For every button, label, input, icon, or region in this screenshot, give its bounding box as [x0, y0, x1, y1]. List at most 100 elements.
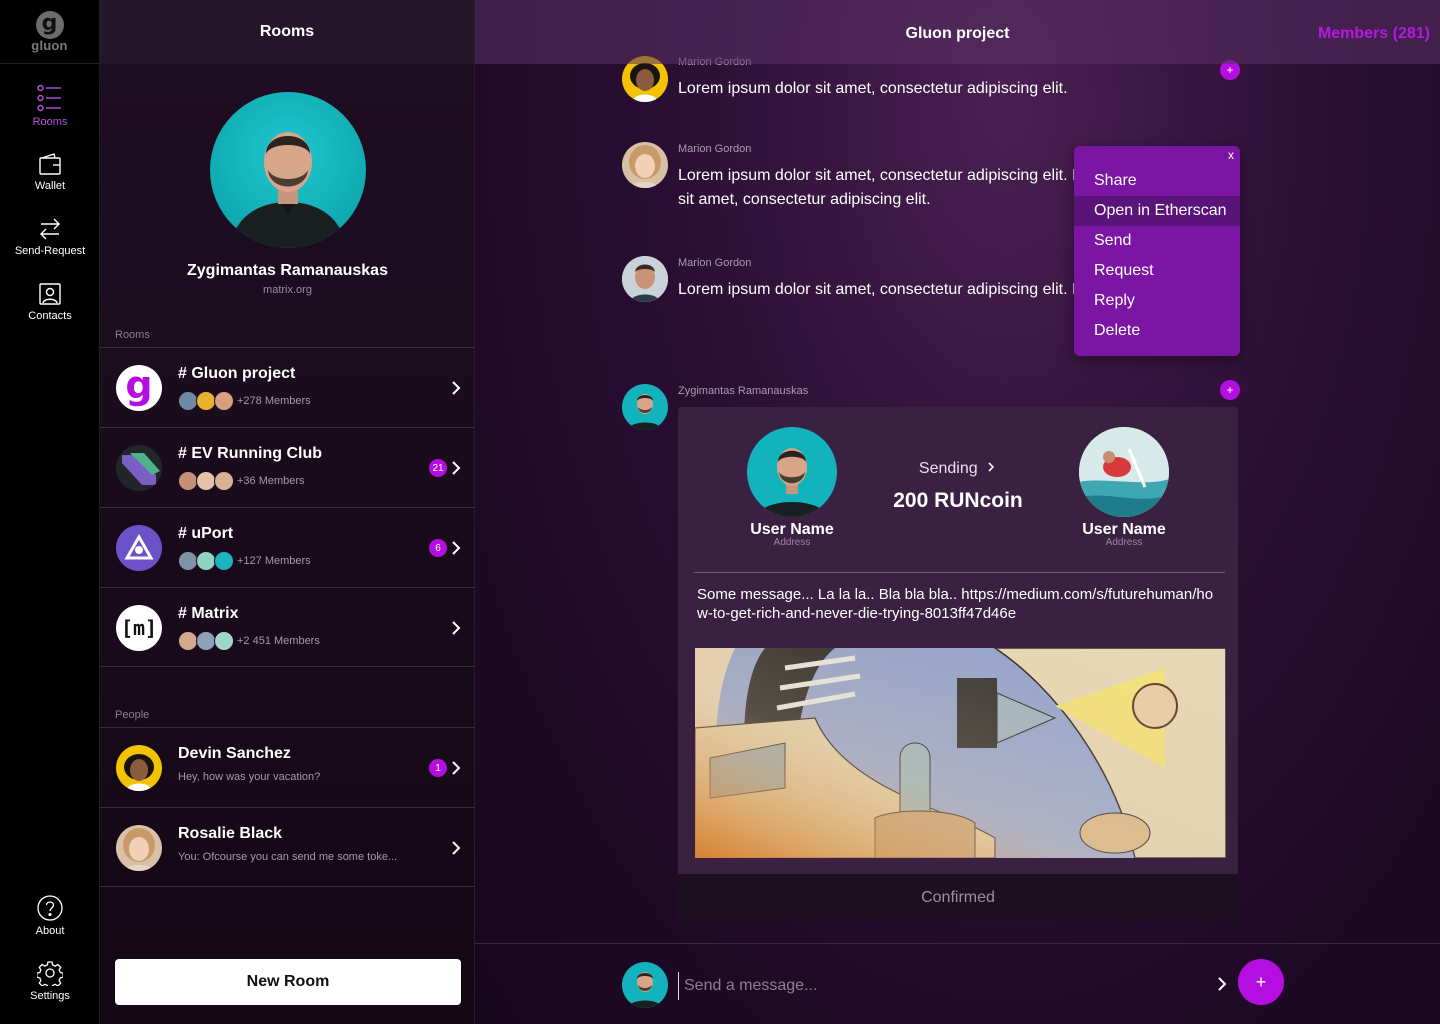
transaction-status-footer: Confirmed — [678, 874, 1238, 921]
rooms-section-label: Rooms — [115, 329, 150, 341]
close-menu-button[interactable]: x — [1228, 148, 1234, 162]
person-avatar — [116, 825, 162, 871]
last-message: You: Ofcourse you can send me some toke.… — [178, 851, 398, 863]
message-avatar[interactable] — [622, 384, 668, 430]
room-members: +36 Members — [178, 471, 305, 491]
swap-arrows-icon — [40, 218, 60, 240]
logo-mark: g — [35, 10, 64, 39]
member-avatar — [178, 631, 198, 651]
composer-avatar — [622, 962, 668, 1008]
recipient-address: Address — [1105, 537, 1143, 548]
room-avatar: [m] — [116, 605, 162, 651]
message-author: Marion Gordon — [678, 257, 752, 269]
menu-item-send[interactable]: Send — [1074, 226, 1240, 256]
member-count: +278 Members — [237, 395, 311, 407]
chevron-right-icon — [452, 541, 461, 555]
nav-rooms[interactable]: Rooms — [0, 84, 100, 128]
person-item-devin-sanchez[interactable]: Devin Sanchez Hey, how was your vacation… — [100, 727, 475, 807]
chevron-right-icon — [988, 462, 995, 472]
room-members: +278 Members — [178, 391, 311, 411]
new-room-button[interactable]: New Room — [115, 959, 461, 1005]
room-item-gluon-project[interactable]: g # Gluon project +278 Members — [100, 347, 475, 427]
chevron-right-icon — [452, 621, 461, 635]
member-avatar — [214, 631, 234, 651]
message-avatar[interactable] — [622, 256, 668, 302]
room-avatar — [116, 445, 162, 491]
room-name: # EV Running Club — [178, 445, 322, 462]
divider — [694, 572, 1225, 573]
menu-item-request[interactable]: Request — [1074, 256, 1240, 286]
chat-panel: Marion Gordon Lorem ipsum dolor sit amet… — [475, 0, 1440, 1024]
contacts-icon — [39, 283, 61, 305]
nav-wallet[interactable]: Wallet — [0, 152, 100, 192]
send-arrow-icon[interactable] — [1212, 974, 1232, 994]
person-item-rosalie-black[interactable]: Rosalie Black You: Ofcourse you can send… — [100, 807, 475, 887]
person-avatar — [116, 745, 162, 791]
nav-contacts[interactable]: Contacts — [0, 282, 100, 322]
profile-name: Zygimantas Ramanauskas — [187, 262, 388, 279]
nav-label: Rooms — [32, 116, 68, 128]
person-name: Rosalie Black — [178, 825, 283, 842]
rooms-panel-title: Rooms — [100, 0, 474, 64]
app-logo[interactable]: g gluon — [0, 0, 99, 64]
message-actions-button[interactable]: + — [1220, 380, 1240, 400]
recipient-avatar[interactable] — [1079, 427, 1169, 517]
chevron-right-icon — [452, 841, 461, 855]
nav-label: Contacts — [28, 310, 72, 322]
message-text-line: Lorem ipsum dolor sit amet, consectetur … — [678, 167, 1104, 184]
logo-text: gluon — [31, 37, 68, 53]
room-item-ev-running-club[interactable]: # EV Running Club +36 Members 21 — [100, 427, 475, 507]
room-avatar — [116, 525, 162, 571]
nav-label: Send-Request — [14, 245, 86, 257]
menu-item-delete[interactable]: Delete — [1074, 316, 1240, 346]
room-name: # Gluon project — [178, 365, 296, 382]
member-count: +2 451 Members — [237, 635, 320, 647]
room-name: # Matrix — [178, 605, 239, 622]
chat-title: Gluon project — [905, 25, 1010, 42]
unread-badge: 6 — [429, 539, 447, 557]
room-item-uport[interactable]: # uPort +127 Members 6 — [100, 507, 475, 587]
message-context-menu: x Share Open in Etherscan Send Request R… — [1074, 146, 1240, 356]
menu-item-share[interactable]: Share — [1074, 166, 1240, 196]
member-count: +36 Members — [237, 475, 305, 487]
message-input[interactable] — [678, 972, 1198, 1000]
room-item-matrix[interactable]: [m] # Matrix +2 451 Members — [100, 587, 475, 667]
menu-item-reply[interactable]: Reply — [1074, 286, 1240, 316]
nav-about[interactable]: About — [0, 895, 100, 937]
person-name: Devin Sanchez — [178, 745, 291, 762]
uport-logo-icon — [124, 533, 154, 560]
nav-send-request[interactable]: Send-Request — [0, 217, 100, 257]
transaction-card[interactable]: User Name Address Sending 200 RUNcoin Us… — [678, 407, 1238, 921]
member-avatar — [178, 471, 198, 491]
member-avatar — [178, 551, 198, 571]
member-count: +127 Members — [237, 555, 311, 567]
gear-icon — [37, 961, 63, 986]
nav-settings[interactable]: Settings — [0, 960, 100, 1002]
transaction-status: Sending — [878, 460, 1038, 478]
sender-avatar[interactable] — [747, 427, 837, 517]
attached-illustration[interactable] — [695, 648, 1226, 858]
message-avatar[interactable] — [622, 142, 668, 188]
room-members: +2 451 Members — [178, 631, 320, 651]
message-text-line: sit amet, consectetur adipiscing elit. — [678, 191, 931, 208]
profile-server: matrix.org — [263, 284, 312, 296]
member-avatar — [196, 631, 216, 651]
nav-label: Settings — [30, 990, 70, 1002]
add-attachment-button[interactable]: + — [1238, 959, 1284, 1005]
member-avatar — [196, 551, 216, 571]
members-link[interactable]: Members (281) — [1318, 25, 1430, 43]
unread-badge: 21 — [429, 459, 447, 477]
transaction-amount: 200 RUNcoin — [893, 489, 1023, 512]
member-avatar — [214, 391, 234, 411]
sender-address: Address — [773, 537, 811, 548]
message-author: Zygimantas Ramanauskas — [678, 385, 809, 397]
profile-avatar[interactable] — [210, 92, 366, 248]
matrix-logo-icon: [m] — [120, 616, 158, 640]
nav-label: About — [35, 925, 65, 937]
wallet-icon — [39, 153, 61, 175]
message-author: Marion Gordon — [678, 143, 752, 155]
unread-badge: 1 — [429, 759, 447, 777]
member-avatar — [214, 551, 234, 571]
help-icon — [37, 895, 63, 921]
menu-item-open-in-etherscan[interactable]: Open in Etherscan — [1074, 196, 1240, 226]
